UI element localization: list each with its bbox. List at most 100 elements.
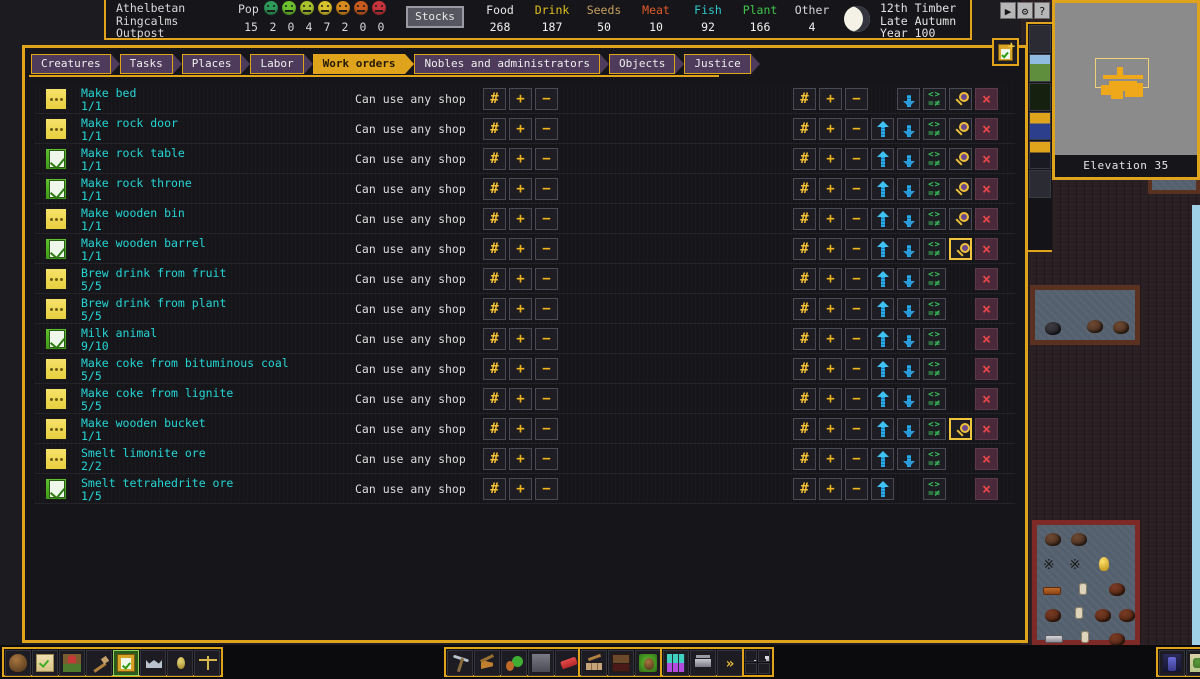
decrease-repeat-button[interactable]: − (845, 388, 868, 410)
details-button[interactable] (949, 208, 972, 230)
move-down-button[interactable] (897, 208, 920, 230)
work-order-amount-controls-left[interactable]: # + − (483, 388, 558, 410)
increase-amount-button[interactable]: + (509, 418, 532, 440)
tab-tasks[interactable]: Tasks (119, 54, 182, 74)
toolbar-group-misc[interactable] (742, 647, 774, 677)
tab-places[interactable]: Places (181, 54, 251, 74)
move-down-button[interactable] (897, 118, 920, 140)
set-amount-button[interactable]: # (483, 118, 506, 140)
conditions-button[interactable]: <> =≠ (923, 178, 946, 200)
move-down-button[interactable] (897, 268, 920, 290)
set-repeat-button[interactable]: # (793, 118, 816, 140)
details-button[interactable] (949, 178, 972, 200)
tab-creatures[interactable]: Creatures (31, 54, 120, 74)
delete-order-button[interactable]: × (975, 238, 998, 260)
delete-order-button[interactable]: × (975, 448, 998, 470)
delete-order-button[interactable]: × (975, 418, 998, 440)
delete-order-button[interactable]: × (975, 298, 998, 320)
set-repeat-button[interactable]: # (793, 298, 816, 320)
set-amount-button[interactable]: # (483, 178, 506, 200)
toolbar-group-right[interactable] (1156, 647, 1200, 677)
conditions-button[interactable]: <> =≠ (923, 448, 946, 470)
work-order-controls-right[interactable]: # + − <> =≠ × (793, 238, 998, 260)
help-icon[interactable]: ? (1034, 2, 1050, 19)
conditions-button[interactable]: <> =≠ (923, 478, 946, 500)
conditions-button[interactable]: <> =≠ (923, 238, 946, 260)
tab-labor[interactable]: Labor (250, 54, 313, 74)
decrease-repeat-button[interactable]: − (845, 418, 868, 440)
toolbar-hauling-button[interactable] (690, 650, 716, 676)
work-order-controls-right[interactable]: # + − <> =≠ × (793, 388, 998, 410)
delete-order-button[interactable]: × (975, 88, 998, 110)
work-order-row[interactable]: Make coke from bituminous coal 5/5 Can use… (35, 354, 1015, 384)
set-repeat-button[interactable]: # (793, 148, 816, 170)
work-order-row[interactable]: Make rock throne 1/1 Can use any shop # + − # +… (35, 174, 1015, 204)
delete-order-button[interactable]: × (975, 478, 998, 500)
move-down-button[interactable] (897, 148, 920, 170)
move-up-button[interactable] (871, 238, 894, 260)
work-order-amount-controls-left[interactable]: # + − (483, 328, 558, 350)
work-order-amount-controls-left[interactable]: # + − (483, 418, 558, 440)
decrease-repeat-button[interactable]: − (845, 298, 868, 320)
move-up-button[interactable] (871, 298, 894, 320)
decrease-repeat-button[interactable]: − (845, 238, 868, 260)
decrease-amount-button[interactable]: − (535, 418, 558, 440)
decrease-amount-button[interactable]: − (535, 88, 558, 110)
delete-order-button[interactable]: × (975, 358, 998, 380)
set-amount-button[interactable]: # (483, 88, 506, 110)
delete-order-button[interactable]: × (975, 118, 998, 140)
increase-amount-button[interactable]: + (509, 268, 532, 290)
move-down-button[interactable] (897, 298, 920, 320)
move-up-button[interactable] (871, 418, 894, 440)
conditions-button[interactable]: <> =≠ (923, 268, 946, 290)
work-order-amount-controls-left[interactable]: # + − (483, 268, 558, 290)
toolbar-advance-button[interactable]: » (717, 650, 743, 676)
blueprint-map-icon[interactable] (1029, 112, 1051, 140)
toolbar-trash-button[interactable] (758, 650, 770, 662)
work-order-controls-right[interactable]: # + − <> =≠ × (793, 298, 998, 320)
toolbar-smooth-button[interactable] (528, 650, 554, 676)
decrease-amount-button[interactable]: − (535, 298, 558, 320)
work-order-amount-controls-left[interactable]: # + − (483, 118, 558, 140)
move-down-button[interactable] (897, 328, 920, 350)
work-order-controls-right[interactable]: # + − <> =≠ × (793, 478, 998, 500)
move-up-button[interactable] (871, 178, 894, 200)
window-controls[interactable]: ▶ ⚙ ? (1000, 2, 1052, 20)
decrease-repeat-button[interactable]: − (845, 88, 868, 110)
work-order-amount-controls-left[interactable]: # + − (483, 208, 558, 230)
work-order-row[interactable]: Make coke from lignite 5/5 Can use any sho… (35, 384, 1015, 414)
decrease-repeat-button[interactable]: − (845, 358, 868, 380)
work-order-status-toggle[interactable] (45, 478, 67, 500)
move-down-button[interactable] (897, 418, 920, 440)
increase-amount-button[interactable]: + (509, 298, 532, 320)
decrease-repeat-button[interactable]: − (845, 118, 868, 140)
tab-objects[interactable]: Objects (609, 54, 685, 74)
set-repeat-button[interactable]: # (793, 418, 816, 440)
conditions-button[interactable]: <> =≠ (923, 358, 946, 380)
work-order-amount-controls-left[interactable]: # + − (483, 298, 558, 320)
surface-map-icon[interactable] (1029, 54, 1051, 82)
stocks-button[interactable]: Stocks (406, 6, 464, 28)
toolbar-dig-button[interactable] (447, 650, 473, 676)
increase-repeat-button[interactable]: + (819, 238, 842, 260)
work-order-amount-controls-left[interactable]: # + − (483, 148, 558, 170)
set-repeat-button[interactable]: # (793, 328, 816, 350)
increase-amount-button[interactable]: + (509, 358, 532, 380)
work-order-row[interactable]: Make rock table 1/1 Can use any shop # + − # + −… (35, 144, 1015, 174)
work-order-controls-right[interactable]: # + − <> =≠ × (793, 178, 998, 200)
work-order-amount-controls-left[interactable]: # + − (483, 448, 558, 470)
toolbar-announcements-button[interactable] (1159, 650, 1185, 676)
move-down-button[interactable] (897, 448, 920, 470)
move-up-button[interactable] (871, 448, 894, 470)
blank-map-icon[interactable] (1029, 170, 1051, 198)
delete-order-button[interactable]: × (975, 178, 998, 200)
set-amount-button[interactable]: # (483, 358, 506, 380)
stockpile-map-icon[interactable] (1029, 141, 1051, 169)
work-order-row[interactable]: Make bed 1/1 Can use any shop # + − # + − <> =≠ × (35, 84, 1015, 114)
increase-amount-button[interactable]: + (509, 328, 532, 350)
increase-amount-button[interactable]: + (509, 88, 532, 110)
increase-repeat-button[interactable]: + (819, 268, 842, 290)
work-order-row[interactable]: Smelt tetrahedrite ore 1/5 Can use any sho… (35, 474, 1015, 504)
set-repeat-button[interactable]: # (793, 178, 816, 200)
increase-amount-button[interactable]: + (509, 448, 532, 470)
